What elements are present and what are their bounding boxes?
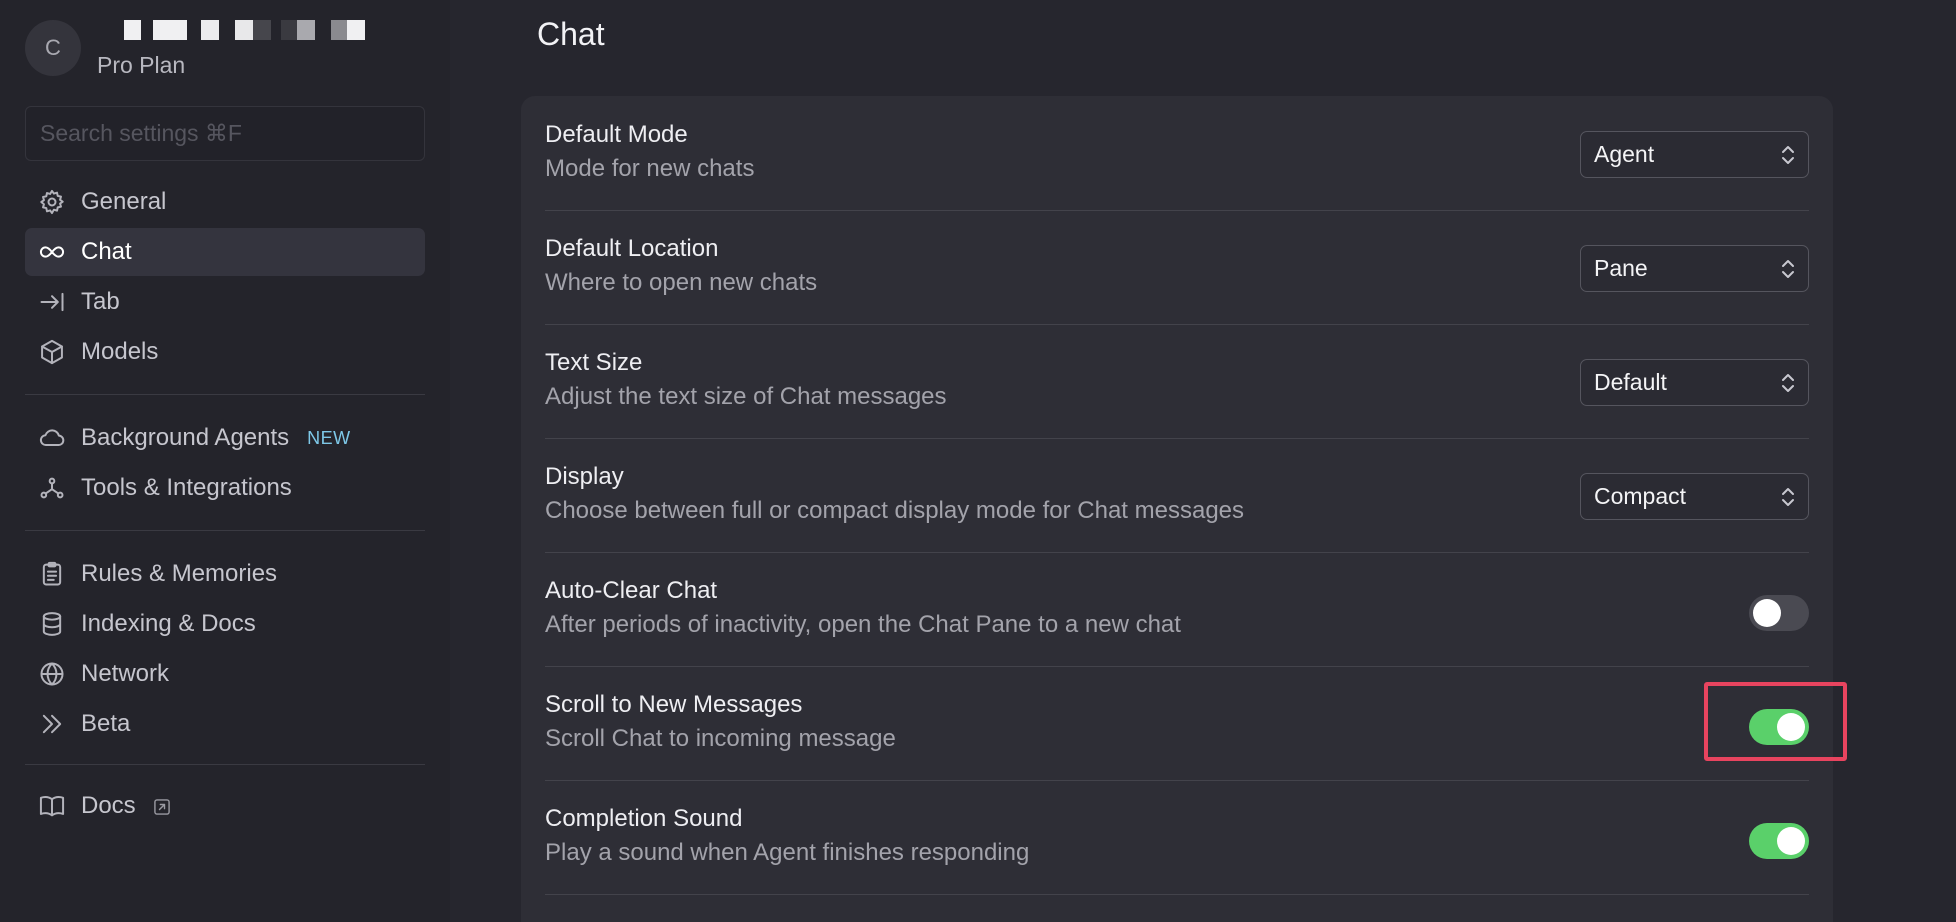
database-icon (37, 609, 67, 639)
sidebar-item-chat[interactable]: Chat (25, 228, 425, 276)
select-value: Agent (1594, 141, 1655, 167)
toggle-knob (1753, 599, 1781, 627)
sidebar-item-label: Models (81, 338, 159, 365)
sidebar-divider (25, 764, 425, 765)
text-size-select[interactable]: Default (1580, 359, 1809, 406)
setting-row-default-mode: Default Mode Mode for new chats Agent (545, 97, 1809, 211)
sidebar-item-label: Docs (81, 792, 136, 819)
cloud-icon (37, 423, 67, 453)
gear-icon (37, 187, 67, 217)
setting-title: Default Mode (545, 121, 688, 148)
setting-title: Completion Sound (545, 805, 743, 832)
setting-title: Default Location (545, 235, 719, 262)
sidebar-item-tools-integrations[interactable]: Tools & Integrations (25, 464, 425, 512)
setting-row-auto-clear-chat: Auto-Clear Chat After periods of inactiv… (545, 553, 1809, 667)
sidebar-item-indexing-docs[interactable]: Indexing & Docs (25, 600, 425, 648)
sidebar-item-label: Network (81, 660, 170, 687)
sidebar-item-label: Tools & Integrations (81, 474, 292, 501)
setting-description: Adjust the text size of Chat messages (545, 383, 947, 410)
setting-row-display: Display Choose between full or compact d… (545, 439, 1809, 553)
default-mode-select[interactable]: Agent (1580, 131, 1809, 178)
sidebar-item-label: Chat (81, 238, 132, 265)
setting-row-completion-sound: Completion Sound Play a sound when Agent… (545, 781, 1809, 895)
setting-title: Scroll to New Messages (545, 691, 803, 718)
highlight-box (1704, 682, 1847, 761)
setting-title: Display (545, 463, 624, 490)
arrow-right-to-line-icon (37, 287, 67, 317)
chevron-up-down-icon (1778, 142, 1798, 168)
book-icon (37, 791, 67, 821)
sidebar-divider (25, 530, 425, 531)
redacted-username (97, 20, 427, 40)
select-value: Default (1594, 369, 1667, 395)
setting-description: Scroll Chat to incoming message (545, 725, 896, 752)
setting-row-scroll-to-new-messages: Scroll to New Messages Scroll Chat to in… (545, 667, 1809, 781)
select-value: Pane (1594, 255, 1648, 281)
sidebar-item-label: Indexing & Docs (81, 610, 256, 637)
sidebar-divider (25, 394, 425, 395)
setting-row-default-location: Default Location Where to open new chats… (545, 211, 1809, 325)
default-location-select[interactable]: Pane (1580, 245, 1809, 292)
setting-description: Where to open new chats (545, 269, 818, 296)
globe-icon (37, 659, 67, 689)
completion-sound-toggle[interactable] (1749, 823, 1809, 859)
network-nodes-icon (37, 473, 67, 503)
setting-title: Text Size (545, 349, 643, 376)
new-badge: NEW (307, 427, 351, 448)
sidebar-item-label: Background Agents (81, 424, 290, 451)
setting-description: After periods of inactivity, open the Ch… (545, 611, 1181, 638)
search-input[interactable] (25, 106, 425, 161)
sidebar-item-label: Rules & Memories (81, 560, 278, 587)
display-select[interactable]: Compact (1580, 473, 1809, 520)
user-profile[interactable]: C Pro Plan (25, 20, 435, 80)
sidebar-item-label: General (81, 188, 167, 215)
setting-title: Auto-Clear Chat (545, 577, 718, 604)
clipboard-icon (37, 559, 67, 589)
sidebar-item-tab[interactable]: Tab (25, 278, 425, 326)
chevron-up-down-icon (1778, 484, 1798, 510)
infinity-icon (37, 237, 67, 267)
setting-description: Mode for new chats (545, 155, 755, 182)
sidebar-item-network[interactable]: Network (25, 650, 425, 698)
toggle-knob (1777, 827, 1805, 855)
sidebar-item-label: Beta (81, 710, 131, 737)
chevron-up-down-icon (1778, 256, 1798, 282)
page-title: Chat (537, 16, 605, 52)
chevron-up-down-icon (1778, 370, 1798, 396)
sidebar-item-beta[interactable]: Beta (25, 700, 425, 748)
auto-clear-chat-toggle[interactable] (1749, 595, 1809, 631)
double-chevron-right-icon (37, 709, 67, 739)
cube-icon (37, 337, 67, 367)
setting-row-text-size: Text Size Adjust the text size of Chat m… (545, 325, 1809, 439)
sidebar-item-rules-memories[interactable]: Rules & Memories (25, 550, 425, 598)
sidebar-item-background-agents[interactable]: Background Agents NEW (25, 414, 425, 462)
plan-label: Pro Plan (97, 52, 186, 78)
sidebar-item-label: Tab (81, 288, 120, 315)
external-link-icon (152, 796, 172, 816)
sidebar-item-models[interactable]: Models (25, 328, 425, 376)
sidebar-item-docs[interactable]: Docs (25, 782, 425, 830)
select-value: Compact (1594, 483, 1687, 509)
setting-description: Choose between full or compact display m… (545, 497, 1245, 524)
setting-description: Play a sound when Agent finishes respond… (545, 839, 1030, 866)
avatar: C (25, 20, 81, 76)
sidebar: C Pro Plan General Chat Tab (0, 0, 450, 922)
sidebar-item-general[interactable]: General (25, 178, 425, 226)
